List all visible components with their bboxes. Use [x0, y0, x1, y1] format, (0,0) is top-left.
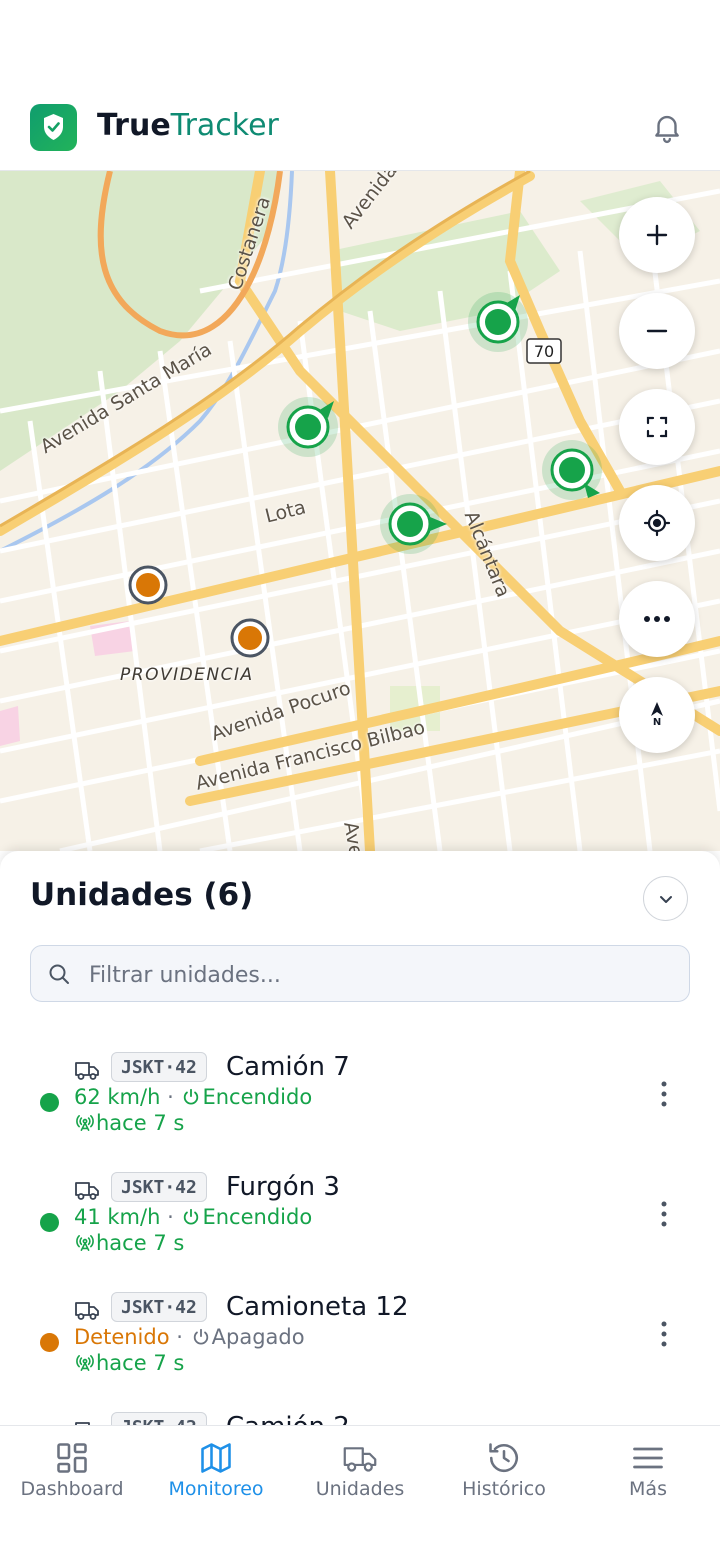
last-seen: hace 7 s	[96, 1231, 185, 1255]
menu-icon	[633, 1447, 663, 1469]
chevron-down-icon	[659, 895, 672, 903]
more-vertical-icon[interactable]	[652, 1319, 676, 1349]
last-seen: hace 7 s	[96, 1351, 185, 1375]
signal-antenna-icon	[76, 1234, 94, 1252]
unit-list-item[interactable]: JSKT·42 Furgón 3 41 km/h · Encendido hac…	[0, 1169, 720, 1279]
compass-icon	[651, 702, 663, 716]
separator: ·	[167, 1085, 174, 1109]
power-icon	[184, 1088, 199, 1105]
brand-part-1: True	[97, 108, 171, 143]
power-icon	[193, 1328, 208, 1345]
unit-speed: Detenido	[74, 1325, 170, 1349]
units-panel-title: Unidades (6)	[30, 877, 254, 913]
app-brand: TrueTracker	[97, 106, 279, 146]
map-icon	[201, 1443, 231, 1473]
plus-icon	[646, 224, 668, 246]
unit-status-line: Detenido · Apagado	[74, 1323, 305, 1351]
truck-icon	[75, 1302, 99, 1320]
unit-last-seen-line: hace 7 s	[74, 1109, 184, 1137]
unit-search-box	[30, 945, 690, 1002]
unit-speed: 62 km/h	[74, 1085, 161, 1109]
history-icon	[489, 1443, 518, 1473]
compass-button[interactable]: N	[619, 677, 695, 753]
brand-part-2: Tracker	[170, 108, 279, 143]
unit-name: Camión 7	[226, 1052, 350, 1082]
unit-name: Furgón 3	[226, 1172, 340, 1202]
unit-status-line: 62 km/h · Encendido	[74, 1083, 312, 1111]
tab-label: Histórico	[462, 1478, 546, 1500]
locate-icon	[643, 509, 671, 537]
more-horizontal-icon	[644, 616, 670, 622]
zoom-out-button[interactable]	[619, 293, 695, 369]
separator: ·	[176, 1325, 183, 1349]
vehicle-marker-moving[interactable]	[542, 440, 602, 500]
minus-icon	[646, 329, 668, 333]
bell-icon[interactable]	[650, 110, 684, 144]
status-dot	[40, 1213, 59, 1232]
unit-name: Camión 2	[226, 1409, 350, 1425]
tab-label: Más	[629, 1478, 667, 1500]
tab-label: Dashboard	[20, 1478, 124, 1500]
bottom-tab-bar: Dashboard Monitoreo Unidades Histórico M…	[0, 1425, 720, 1559]
last-seen: hace 7 s	[96, 1111, 185, 1135]
shield-check-icon	[30, 104, 77, 151]
plate-badge: JSKT·42	[111, 1172, 207, 1202]
more-options-button[interactable]	[619, 581, 695, 657]
unit-list-item[interactable]: JSKT·42 Camión 7 62 km/h · Encendido hac…	[0, 1049, 720, 1159]
vehicle-marker-moving[interactable]	[468, 292, 528, 352]
unit-status-line: 41 km/h · Encendido	[74, 1203, 312, 1231]
unit-last-seen-line: hace 7 s	[74, 1349, 184, 1377]
fullscreen-icon	[646, 416, 668, 438]
truck-icon	[75, 1182, 99, 1200]
vehicle-marker-stopped[interactable]	[230, 618, 270, 658]
signal-antenna-icon	[76, 1354, 94, 1372]
ignition-status: Apagado	[211, 1325, 305, 1349]
route-70-label: 70	[534, 342, 554, 361]
tab-historico[interactable]: Histórico	[432, 1426, 576, 1526]
unit-search-input[interactable]	[87, 954, 671, 996]
units-panel: Unidades (6) JSKT·42 Camión 7 62 km/h · …	[0, 851, 720, 1425]
more-vertical-icon[interactable]	[652, 1079, 676, 1109]
app-header: TrueTracker	[0, 84, 720, 171]
truck-icon	[75, 1062, 99, 1080]
more-vertical-icon[interactable]	[652, 1199, 676, 1229]
unit-name: Camioneta 12	[226, 1292, 409, 1322]
unit-list-item[interactable]: JSKT·42 Camión 2	[0, 1409, 720, 1425]
status-dot	[40, 1093, 59, 1112]
vehicle-marker-stopped[interactable]	[128, 565, 168, 605]
unit-last-seen-line: hace 7 s	[74, 1229, 184, 1257]
unit-speed: 41 km/h	[74, 1205, 161, 1229]
map-view[interactable]: 70 Avenida Santa María Costanera Avenida…	[0, 171, 720, 851]
status-dot	[40, 1333, 59, 1352]
signal-antenna-icon	[76, 1114, 94, 1132]
district-label: PROVIDENCIA	[120, 665, 254, 685]
plate-badge: JSKT·42	[111, 1292, 207, 1322]
tab-monitoreo[interactable]: Monitoreo	[144, 1426, 288, 1526]
tab-dashboard[interactable]: Dashboard	[0, 1426, 144, 1526]
locate-button[interactable]	[619, 485, 695, 561]
tab-label: Monitoreo	[168, 1478, 264, 1500]
truck-icon	[343, 1447, 377, 1472]
plate-badge: JSKT·42	[111, 1052, 207, 1082]
tab-mas[interactable]: Más	[576, 1426, 720, 1526]
plate-badge: JSKT·42	[111, 1412, 207, 1425]
compass-label: N	[652, 717, 662, 728]
unit-list-item[interactable]: JSKT·42 Camioneta 12 Detenido · Apagado …	[0, 1289, 720, 1399]
ignition-status: Encendido	[202, 1085, 313, 1109]
zoom-in-button[interactable]	[619, 197, 695, 273]
power-icon	[184, 1208, 199, 1225]
fullscreen-button[interactable]	[619, 389, 695, 465]
collapse-panel-button[interactable]	[643, 876, 688, 921]
dashboard-grid-icon	[57, 1443, 87, 1473]
vehicle-marker-moving[interactable]	[278, 397, 338, 457]
separator: ·	[167, 1205, 174, 1229]
search-icon	[49, 964, 69, 984]
tab-label: Unidades	[315, 1478, 405, 1500]
ignition-status: Encendido	[202, 1205, 313, 1229]
tab-unidades[interactable]: Unidades	[288, 1426, 432, 1526]
